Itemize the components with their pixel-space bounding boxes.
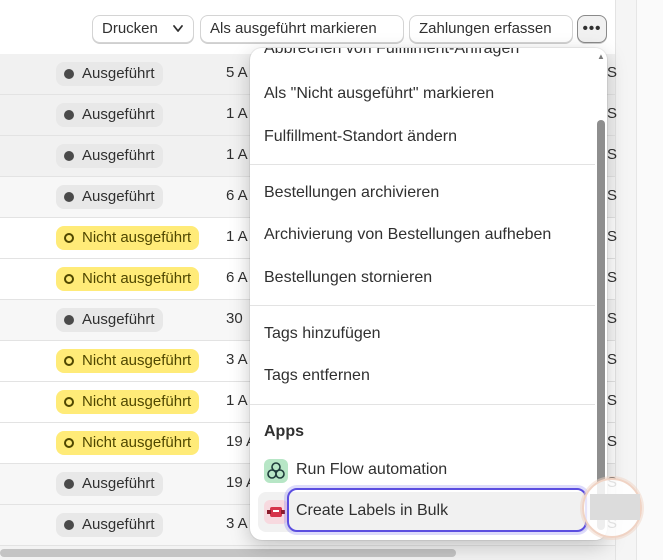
status-badge: Ausgeführt: [56, 308, 163, 332]
menu-divider: [250, 305, 595, 306]
status-badge-label: Nicht ausgeführt: [82, 352, 192, 369]
menu-scrollbar[interactable]: ▲: [595, 48, 607, 540]
status-badge-label: Nicht ausgeführt: [82, 393, 192, 410]
menu-divider: [250, 164, 595, 165]
cursor-highlight: [582, 478, 642, 538]
right-side-panel-inner: [636, 0, 663, 560]
menu-item-unarchive[interactable]: Archivierung von Bestellungen aufheben: [264, 226, 551, 244]
more-actions-button[interactable]: •••: [577, 15, 607, 43]
status-badge: Ausgeführt: [56, 472, 163, 496]
filled-dot-icon: [64, 110, 74, 120]
horizontal-scrollbar-thumb[interactable]: [0, 549, 456, 557]
hollow-dot-icon: [64, 233, 74, 243]
menu-item-run-flow[interactable]: Run Flow automation: [258, 451, 588, 491]
status-badge: Nicht ausgeführt: [56, 390, 200, 414]
status-badge-label: Nicht ausgeführt: [82, 434, 192, 451]
status-badge-label: Ausgeführt: [82, 475, 155, 492]
menu-item-create-labels[interactable]: Create Labels in Bulk: [258, 488, 588, 532]
status-badge: Nicht ausgeführt: [56, 267, 200, 291]
print-button[interactable]: Drucken: [92, 15, 194, 43]
truncated-cell: S: [607, 351, 618, 368]
status-badge: Ausgeführt: [56, 103, 163, 127]
run-flow-label: Run Flow automation: [296, 461, 448, 478]
hollow-dot-icon: [64, 356, 74, 366]
truncated-cell: S: [607, 433, 618, 450]
truncated-cell: S: [607, 105, 618, 122]
menu-item-remove-tags[interactable]: Tags entfernen: [264, 367, 370, 385]
status-badge-label: Ausgeführt: [82, 147, 155, 164]
filled-dot-icon: [64, 69, 74, 79]
menu-item-archive[interactable]: Bestellungen archivieren: [264, 184, 439, 202]
truncated-cell: S: [607, 187, 618, 204]
date-cell: 30: [226, 310, 243, 327]
date-cell: 5 A: [226, 64, 248, 81]
filled-dot-icon: [64, 151, 74, 161]
truncated-cell: S: [607, 269, 618, 286]
status-badge-label: Ausgeführt: [82, 106, 155, 123]
hollow-dot-icon: [64, 438, 74, 448]
date-cell: 6 A: [226, 187, 248, 204]
date-cell: 3 A: [226, 515, 248, 532]
date-cell: 1 A: [226, 392, 248, 409]
truncated-cell: S: [607, 146, 618, 163]
filled-dot-icon: [64, 479, 74, 489]
date-cell: 6 A: [226, 269, 248, 286]
menu-item-change-location[interactable]: Fulfillment-Standort ändern: [264, 128, 457, 146]
chevron-down-icon: [172, 16, 184, 51]
status-badge-label: Nicht ausgeführt: [82, 229, 192, 246]
truncated-cell: S: [607, 228, 618, 245]
mark-fulfilled-button[interactable]: Als ausgeführt markieren: [200, 15, 404, 43]
status-badge: Ausgeführt: [56, 62, 163, 86]
menu-divider: [250, 404, 595, 405]
date-cell: 3 A: [226, 351, 248, 368]
bulk-actions-toolbar: Drucken Als ausgeführt markieren Zahlung…: [0, 0, 615, 55]
status-badge-label: Ausgeführt: [82, 311, 155, 328]
menu-item-add-tags[interactable]: Tags hinzufügen: [264, 325, 381, 343]
truncated-cell: S: [607, 392, 618, 409]
status-badge-label: Ausgeführt: [82, 516, 155, 533]
truncated-cell: S: [607, 64, 618, 81]
cursor-highlight-fill: [590, 494, 640, 520]
menu-item-cancel-orders[interactable]: Bestellungen stornieren: [264, 269, 432, 287]
date-cell: 1 A: [226, 146, 248, 163]
filled-dot-icon: [64, 315, 74, 325]
capture-payments-button[interactable]: Zahlungen erfassen: [409, 15, 573, 43]
hollow-dot-icon: [64, 274, 74, 284]
scroll-up-arrow-icon[interactable]: ▲: [597, 52, 605, 61]
right-side-panel: [615, 0, 663, 560]
labels-app-icon: [264, 500, 288, 524]
menu-item-cancel-fulfillment[interactable]: Abbrechen von Fulfillment-Anfragen: [264, 48, 519, 58]
filled-dot-icon: [64, 192, 74, 202]
create-labels-label: Create Labels in Bulk: [296, 502, 449, 519]
print-button-label: Drucken: [102, 20, 158, 37]
status-badge: Nicht ausgeführt: [56, 349, 200, 373]
status-badge: Ausgeführt: [56, 513, 163, 537]
status-badge: Nicht ausgeführt: [56, 226, 200, 250]
truncated-cell: S: [607, 310, 618, 327]
hollow-dot-icon: [64, 397, 74, 407]
status-badge-label: Ausgeführt: [82, 188, 155, 205]
apps-section-title: Apps: [264, 423, 304, 440]
date-cell: 1 A: [226, 105, 248, 122]
status-badge: Ausgeführt: [56, 185, 163, 209]
horizontal-scrollbar[interactable]: [0, 546, 615, 560]
menu-scrollbar-thumb[interactable]: [597, 120, 605, 530]
menu-item-mark-unfulfilled[interactable]: Als "Nicht ausgeführt" markieren: [264, 85, 494, 103]
flow-app-icon: [264, 459, 288, 483]
filled-dot-icon: [64, 520, 74, 530]
more-dots-icon: •••: [582, 20, 602, 37]
status-badge-label: Nicht ausgeführt: [82, 270, 192, 287]
date-cell: 1 A: [226, 228, 248, 245]
status-badge: Nicht ausgeführt: [56, 431, 200, 455]
status-badge-label: Ausgeführt: [82, 65, 155, 82]
more-actions-menu: Abbrechen von Fulfillment-Anfragen Als "…: [250, 48, 607, 540]
status-badge: Ausgeführt: [56, 144, 163, 168]
